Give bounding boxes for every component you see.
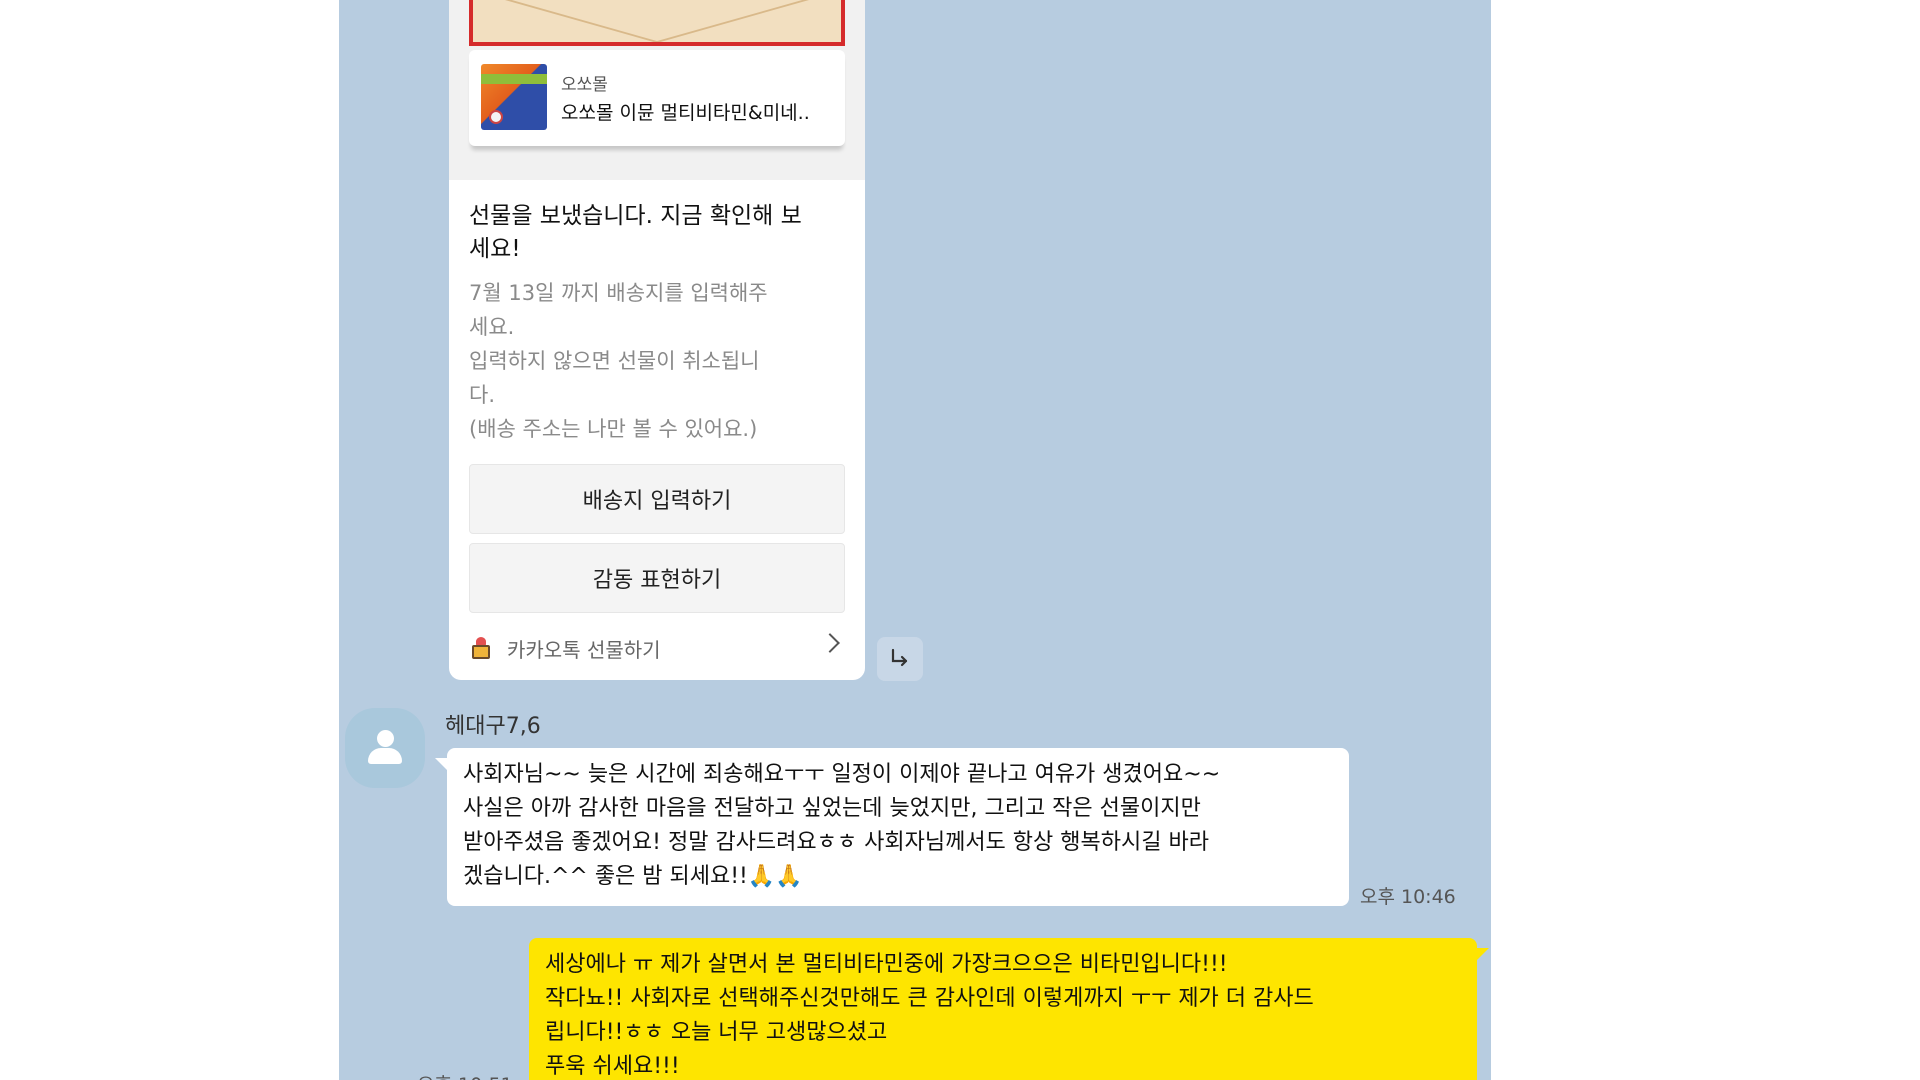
sender-name: 헤대구7,6: [445, 714, 541, 739]
gift-box-icon: [469, 636, 493, 660]
gift-image-area[interactable]: 오쏘몰 오쏘몰 이뮨 멀티비타민&미네..: [449, 0, 865, 180]
gift-notice: 7월 13일 까지 배송지를 입력해주 세요. 입력하지 않으면 선물이 취소됩…: [469, 276, 849, 446]
message-line: 받아주셨음 좋겠어요! 정말 감사드려요ㅎㅎ 사회자님께서도 항상 행복하시길 …: [463, 830, 1209, 855]
message-line: 세상에나 ㅠ 제가 살면서 본 멀티비타민중에 가장크으으은 비타민입니다!!!: [545, 952, 1228, 977]
share-arrow-icon: [891, 648, 908, 667]
message-line: 립니다!!ㅎㅎ 오늘 너무 고생많으셨고: [545, 1020, 888, 1045]
footer-label: 카카오톡 선물하기: [507, 637, 661, 662]
kakaotalk-gift-footer-link[interactable]: 카카오톡 선물하기: [469, 628, 849, 668]
avatar[interactable]: [345, 708, 425, 788]
product-card[interactable]: 오쏘몰 오쏘몰 이뮨 멀티비타민&미네..: [469, 50, 845, 146]
product-brand: 오쏘몰: [561, 75, 608, 95]
message-line: 사실은 아까 감사한 마음을 전달하고 싶었는데 늦었지만, 그리고 작은 선물…: [463, 796, 1201, 821]
incoming-message-bubble[interactable]: 사회자님~~ 늦은 시간에 죄송해요ㅜㅜ 일정이 이제야 끝나고 여유가 생겼어…: [435, 748, 1349, 906]
gift-notice-line: 입력하지 않으면 선물이 취소됩니: [469, 349, 760, 373]
enter-address-button[interactable]: 배송지 입력하기: [469, 464, 845, 534]
chat-room: 오쏘몰 오쏘몰 이뮨 멀티비타민&미네.. 선물을 보냈습니다. 지금 확인해 …: [339, 0, 1491, 1080]
chevron-right-icon: [820, 633, 840, 653]
product-thumbnail: [481, 64, 547, 130]
share-button[interactable]: [877, 637, 923, 681]
gift-notice-line: 세요.: [469, 315, 515, 339]
avatar-head: [377, 730, 394, 747]
gift-message: 선물을 보냈습니다. 지금 확인해 보 세요!: [469, 200, 849, 266]
gift-message-line: 세요!: [469, 236, 521, 262]
incoming-timestamp: 오후 10:46: [1360, 886, 1456, 908]
message-line: 작다뇨!! 사회자로 선택해주신것만해도 큰 감사인데 이렇게까지 ㅜㅜ 제가 …: [545, 986, 1314, 1011]
gift-message-line: 선물을 보냈습니다. 지금 확인해 보: [469, 203, 802, 229]
gift-notice-line: 7월 13일 까지 배송지를 입력해주: [469, 281, 768, 305]
outgoing-timestamp: 오후 10:51: [417, 1070, 513, 1080]
outgoing-message-bubble[interactable]: 세상에나 ㅠ 제가 살면서 본 멀티비타민중에 가장크으으은 비타민입니다!!!…: [529, 938, 1489, 1080]
gift-notice-line: (배송 주소는 나만 볼 수 있어요.): [469, 417, 758, 441]
express-thanks-button[interactable]: 감동 표현하기: [469, 543, 845, 613]
avatar-body: [368, 748, 402, 764]
gift-notice-line: 다.: [469, 383, 495, 407]
gift-envelope-image: [469, 0, 845, 46]
gift-message-card: 오쏘몰 오쏘몰 이뮨 멀티비타민&미네.. 선물을 보냈습니다. 지금 확인해 …: [449, 0, 865, 680]
message-line: 겠습니다.^^ 좋은 밤 되세요!!🙏🙏: [463, 864, 803, 889]
product-name: 오쏘몰 이뮨 멀티비타민&미네..: [561, 102, 810, 124]
message-line: 사회자님~~ 늦은 시간에 죄송해요ㅜㅜ 일정이 이제야 끝나고 여유가 생겼어…: [463, 762, 1221, 787]
message-line: 푸욱 쉬세요!!!: [545, 1054, 680, 1079]
